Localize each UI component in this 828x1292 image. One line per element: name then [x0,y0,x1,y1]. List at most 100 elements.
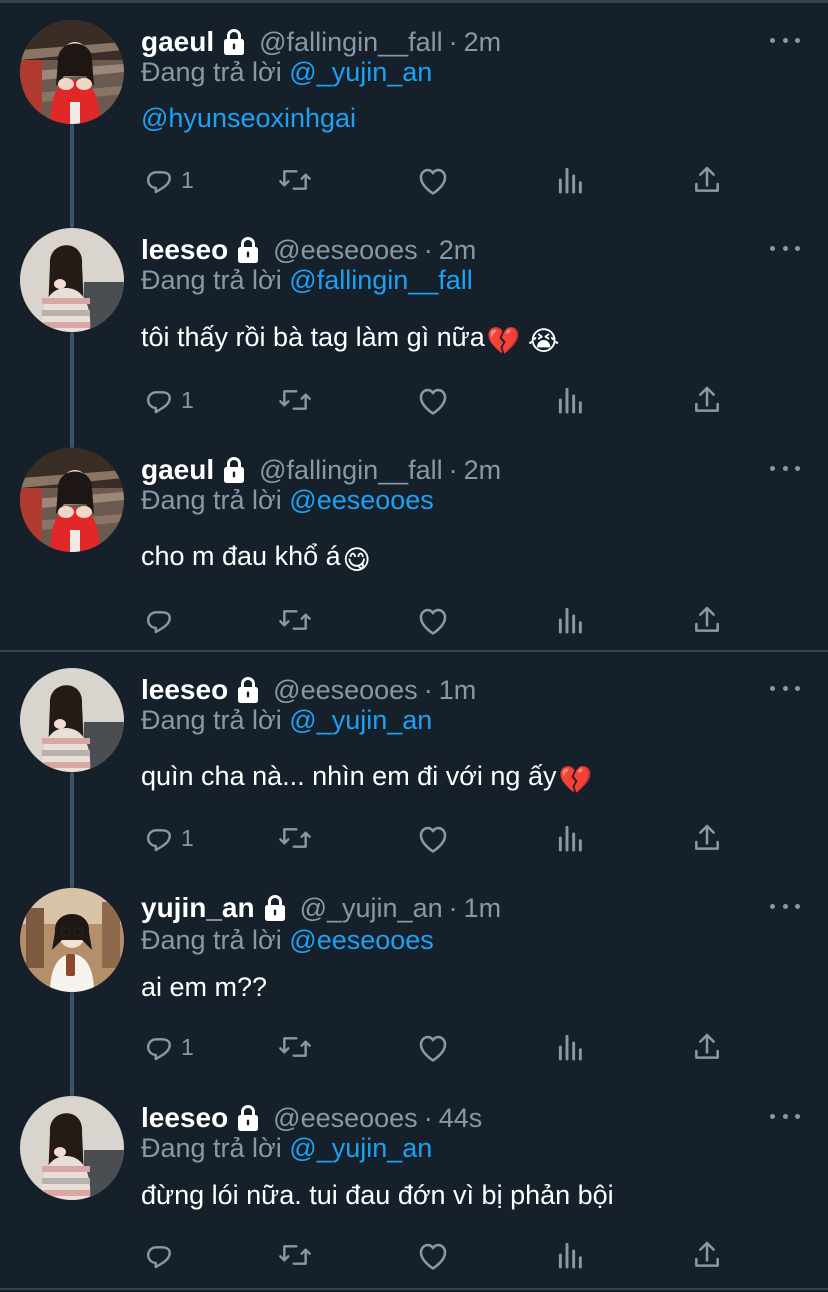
user-handle[interactable]: @_yujin_an [300,893,443,924]
retweet-button[interactable] [277,1235,313,1275]
timestamp[interactable]: 1m [439,675,477,706]
tweet-header: gaeul @fallingin__fall · 2m [141,452,501,488]
reply-icon [143,822,175,854]
more-icon[interactable] [770,1111,800,1121]
tweet-actions: 1 [0,1027,828,1067]
user-handle[interactable]: @fallingin__fall [259,455,443,486]
reply-button[interactable] [143,600,175,640]
user-handle[interactable]: @fallingin__fall [259,27,443,58]
replying-mention-link[interactable]: @_yujin_an [289,57,432,87]
share-button[interactable] [692,600,722,640]
more-icon[interactable] [770,901,800,911]
bottom-divider [0,1288,828,1290]
avatar[interactable] [20,228,124,332]
display-name[interactable]: gaeul [141,26,214,58]
analytics-button[interactable] [556,160,586,200]
timestamp[interactable]: 2m [439,235,477,266]
avatar[interactable] [20,448,124,552]
display-name[interactable]: gaeul [141,454,214,486]
replying-mention-link[interactable]: @_yujin_an [289,1133,432,1163]
replying-to: Đang trả lời @eeseooes [141,925,434,956]
share-button[interactable] [692,1027,722,1067]
emoji: 💔 😭 [486,326,560,356]
display-name[interactable]: yujin_an [141,892,255,924]
analytics-icon [556,1031,586,1063]
avatar[interactable] [20,888,124,992]
reply-count: 1 [181,824,194,851]
timestamp[interactable]: 2m [464,455,502,486]
share-button[interactable] [692,160,722,200]
separator-dot: · [423,674,433,705]
reply-button[interactable]: 1 [143,380,194,420]
reply-count: 1 [181,1033,194,1060]
timestamp[interactable]: 1m [464,893,502,924]
reply-icon [143,164,175,196]
replying-to: Đang trả lời @_yujin_an [141,705,432,736]
user-handle[interactable]: @eeseooes [273,675,418,706]
tweet-actions: 1 [0,380,828,420]
more-icon[interactable] [770,243,800,253]
avatar[interactable] [20,20,124,124]
tweet-actions: 1 [0,160,828,200]
analytics-button[interactable] [556,600,586,640]
like-button[interactable] [416,1027,450,1067]
retweet-icon [277,822,313,854]
user-handle[interactable]: @eeseooes [273,1103,418,1134]
retweet-icon [277,604,313,636]
reply-button[interactable] [143,1235,175,1275]
avatar[interactable] [20,1096,124,1200]
share-button[interactable] [692,1235,722,1275]
retweet-button[interactable] [277,160,313,200]
like-button[interactable] [416,380,450,420]
analytics-button[interactable] [556,1027,586,1067]
share-icon [692,164,722,196]
retweet-button[interactable] [277,1027,313,1067]
replying-prefix: Đang trả lời [141,57,282,87]
retweet-button[interactable] [277,600,313,640]
analytics-icon [556,384,586,416]
like-button[interactable] [416,1235,450,1275]
analytics-button[interactable] [556,380,586,420]
display-name[interactable]: leeseo [141,234,228,266]
replying-mention-link[interactable]: @eeseooes [289,925,434,955]
lock-icon [235,236,261,264]
like-button[interactable] [416,160,450,200]
replying-mention-link[interactable]: @_yujin_an [289,705,432,735]
analytics-button[interactable] [556,1235,586,1275]
replying-mention-link[interactable]: @eeseooes [289,485,434,515]
avatar[interactable] [20,668,124,772]
display-name[interactable]: leeseo [141,674,228,706]
reply-button[interactable]: 1 [143,160,194,200]
tweet-text[interactable]: @hyunseoxinhgai [141,103,356,134]
reply-button[interactable]: 1 [143,818,194,858]
retweet-button[interactable] [277,818,313,858]
like-icon [416,384,450,416]
emoji: 😋 [342,545,371,575]
replying-mention-link[interactable]: @fallingin__fall [289,265,473,295]
retweet-button[interactable] [277,380,313,420]
retweet-icon [277,1239,313,1271]
reply-icon [143,384,175,416]
lock-icon [235,676,261,704]
like-icon [416,1031,450,1063]
more-icon[interactable] [770,463,800,473]
timestamp[interactable]: 44s [439,1103,483,1134]
reply-button[interactable]: 1 [143,1027,194,1067]
replying-prefix: Đang trả lời [141,1133,282,1163]
like-button[interactable] [416,600,450,640]
display-name[interactable]: leeseo [141,1102,228,1134]
user-handle[interactable]: @eeseooes [273,235,418,266]
share-button[interactable] [692,818,722,858]
tweet-text-content: tôi thấy rồi bà tag làm gì nữa [141,322,485,352]
like-button[interactable] [416,818,450,858]
analytics-icon [556,1239,586,1271]
lock-icon [221,28,247,56]
analytics-icon [556,604,586,636]
share-button[interactable] [692,380,722,420]
more-icon[interactable] [770,35,800,45]
more-icon[interactable] [770,683,800,693]
separator-dot: · [448,454,458,485]
timestamp[interactable]: 2m [464,27,502,58]
analytics-button[interactable] [556,818,586,858]
tweet-text: quìn cha nà... nhìn em đi với ng ấy💔 [141,761,592,796]
